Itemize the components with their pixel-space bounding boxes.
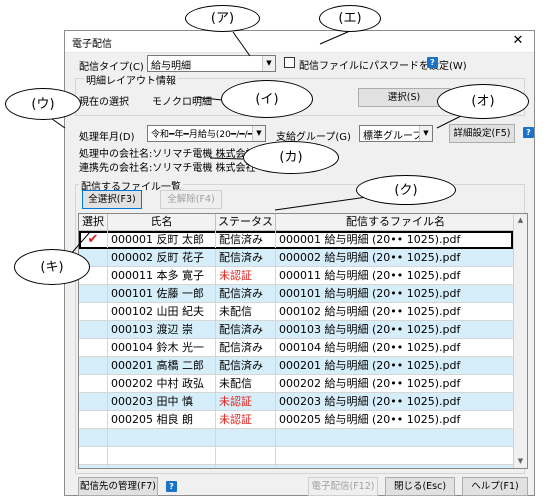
- callout-ku: (ク): [356, 175, 456, 205]
- callout-o: (オ): [437, 84, 529, 119]
- callout-ki: (キ): [14, 249, 90, 285]
- callout-u: (ウ): [5, 88, 81, 120]
- callout-e: (エ): [319, 5, 381, 32]
- callout-i: (イ): [221, 80, 313, 118]
- callout-ka: (カ): [243, 141, 339, 174]
- callout-a: (ア): [185, 5, 260, 32]
- callout-lines: [41, 30, 468, 256]
